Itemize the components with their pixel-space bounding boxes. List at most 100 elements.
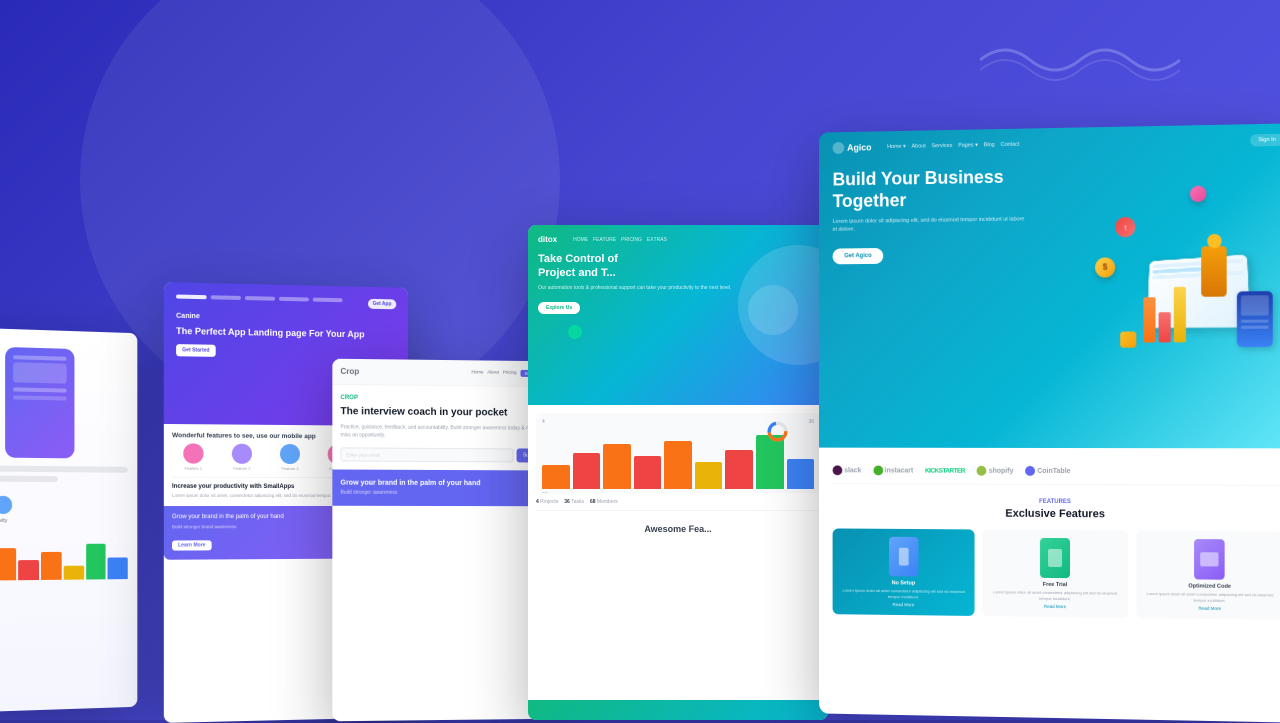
card4-nav-pricing: PRICING — [621, 237, 642, 243]
card4-nav-feature: FEATURE — [593, 237, 616, 243]
fc-title-3: Optimized Code — [1142, 583, 1278, 591]
card4-data-68: 68 — [542, 492, 814, 493]
text-line-2 — [0, 475, 58, 482]
feature-item-3: Feature 3 — [269, 444, 311, 471]
fc-link-3[interactable]: Read More — [1142, 605, 1278, 612]
card4-donut — [765, 419, 790, 444]
card3-purple-text: Grow your brand in the palm of your hand — [340, 480, 544, 488]
card-agico[interactable]: Agico Home ▾ About Services Pages ▾ Blog… — [819, 123, 1280, 722]
card4-nav: ditox HOME FEATURE PRICING EXTRAS — [538, 235, 818, 244]
card5-feature-card-2[interactable]: Free Trial Lorem ipsum dolor sit amet co… — [983, 529, 1128, 618]
small-text-1: Increase your productivity — [0, 518, 128, 524]
card4-dot — [568, 325, 582, 339]
card5-features-section: FEATURES Exclusive Features No Setup Lor… — [833, 494, 1280, 624]
card5-nav-links: Home ▾ About Services Pages ▾ Blog Conta… — [887, 142, 1019, 150]
iso-coin-2 — [1190, 186, 1206, 202]
feature-label-3: Feature 3 — [269, 466, 311, 471]
iso-coin-1: $ — [1095, 257, 1115, 277]
card4-nav-extras: EXTRAS — [647, 237, 667, 243]
fc-desktop-icon — [1194, 539, 1225, 580]
brand-cointable: CoinTable — [1025, 466, 1070, 476]
card4-body: 4 36 — [528, 405, 828, 546]
card5-signin-btn[interactable]: Sign In — [1250, 134, 1280, 147]
fc-desc-2: Lorem ipsum dolor sit amet consectetur a… — [989, 589, 1122, 602]
feature-item-2: Feature 2 — [221, 444, 263, 471]
card5-hero-title: Build Your Business Together — [833, 166, 1029, 212]
card3-body: Crop The interview coach in your pocket … — [332, 385, 552, 508]
card5-hero-sub: Lorem ipsum dolor sit adipiscing elit, s… — [833, 216, 1029, 235]
fc-desc-3: Lorem ipsum dolor sit amet consectetur a… — [1142, 591, 1278, 604]
card5-features-title: Exclusive Features — [833, 507, 1280, 522]
card4-data-4: 4 — [542, 419, 545, 425]
chart-bars — [0, 540, 128, 581]
card4-nav-links: HOME FEATURE PRICING EXTRAS — [573, 237, 667, 243]
card3-title: The interview coach in your pocket — [340, 405, 544, 420]
card4-stat-2: 36 Tasks — [564, 499, 584, 505]
card5-feature-card-1[interactable]: No Setup Lorem ipsum dolor sit amet cons… — [833, 528, 975, 616]
fc-link-1[interactable]: Read More — [838, 602, 969, 609]
card5-nav-home[interactable]: Home ▾ — [887, 144, 906, 150]
card3-desc: Practice, guidance, feedback, and accoun… — [340, 424, 544, 440]
card4-stat-1: 4 Projects — [536, 499, 558, 505]
brand-shopify: shopify — [977, 466, 1014, 476]
iso-person — [1201, 246, 1226, 297]
fc-link-2[interactable]: Read More — [989, 603, 1122, 610]
card-project-management[interactable]: ditox HOME FEATURE PRICING EXTRAS Take C… — [528, 225, 828, 720]
card3-header: Crop Home About Pricing Sign Up — [332, 359, 552, 387]
feature-label-1: Feature 1 — [172, 466, 215, 471]
iso-phone — [1237, 291, 1273, 347]
card5-nav-services[interactable]: Services — [932, 143, 953, 149]
feature-item-1: Feature 1 — [172, 443, 215, 470]
iso-bar-2 — [1159, 312, 1171, 342]
card2-hero-title: The Perfect App Landing page For Your Ap… — [176, 326, 396, 342]
fc-phone-icon — [889, 537, 918, 577]
card5-header: Agico Home ▾ About Services Pages ▾ Blog… — [819, 123, 1280, 448]
card5-nav-pages[interactable]: Pages ▾ — [958, 142, 978, 148]
card5-nav-blog[interactable]: Blog — [984, 142, 995, 148]
card5-body: slack instacart KICKSTARTER shopify Coin… — [819, 448, 1280, 635]
card5-features-tag: FEATURES — [833, 498, 1280, 506]
card4-cta-btn[interactable]: Explore Us — [538, 302, 580, 314]
feature-icon-blue — [280, 444, 300, 464]
card-interview-coach[interactable]: Crop Home About Pricing Sign Up Crop The… — [332, 359, 552, 722]
fc-tablet-icon — [1040, 538, 1070, 578]
card5-logo: Agico — [833, 141, 872, 154]
iso-block — [1120, 332, 1136, 348]
card2-logo: Canine — [176, 313, 396, 324]
text-line-1 — [0, 465, 128, 473]
card5-cta-btn[interactable]: Get Agico — [833, 248, 884, 264]
card3-email-input[interactable]: Enter your email — [340, 447, 514, 462]
card5-nav-about[interactable]: About — [912, 143, 926, 149]
feature-icon-purple — [232, 444, 252, 464]
card4-bottom-teal — [528, 700, 828, 720]
iso-arrow: ↑ — [1115, 217, 1135, 237]
iso-bar-3 — [1174, 287, 1186, 343]
card4-divider — [536, 510, 820, 511]
brand-slack: slack — [833, 465, 862, 475]
phone-mockup — [5, 347, 74, 458]
card3-purple-section: Grow your brand in the palm of your hand… — [332, 469, 552, 506]
card5-logo-icon — [833, 142, 845, 154]
card4-header: ditox HOME FEATURE PRICING EXTRAS Take C… — [528, 225, 828, 405]
iso-bar-1 — [1143, 297, 1155, 342]
card5-brands-row: slack instacart KICKSTARTER shopify Coin… — [833, 457, 1280, 485]
card2-cta-btn[interactable]: Get Started — [176, 344, 216, 357]
cards-container: App features Increase your productivity … — [0, 0, 1280, 720]
card4-bubble-1 — [748, 285, 798, 335]
card5-nav-contact[interactable]: Contact — [1001, 142, 1020, 148]
card3-brand: Crop — [340, 367, 359, 376]
card-app-landing-partial[interactable]: App features Increase your productivity … — [0, 327, 137, 714]
card4-chart-area: 4 36 — [536, 413, 820, 493]
card2-getapp-btn[interactable]: Get App — [368, 299, 397, 310]
card2-bottom-btn[interactable]: Learn More — [172, 540, 212, 550]
card4-stats-row: 4 Projects 36 Tasks 68 Members — [536, 499, 820, 505]
feature-icon-pink — [183, 443, 203, 463]
card5-feature-card-3[interactable]: Optimized Code Lorem ipsum dolor sit ame… — [1136, 531, 1280, 621]
card5-feature-cards: No Setup Lorem ipsum dolor sit amet cons… — [833, 528, 1280, 620]
card4-data-36: 36 — [808, 419, 814, 425]
card5-logo-text: Agico — [847, 142, 871, 152]
card2-nav: Get App — [176, 294, 396, 309]
card1-label: App features — [0, 485, 128, 492]
card5-hero: Build Your Business Together Lorem ipsum… — [833, 166, 1029, 264]
small-text-2: with SmallApps — [0, 526, 128, 532]
